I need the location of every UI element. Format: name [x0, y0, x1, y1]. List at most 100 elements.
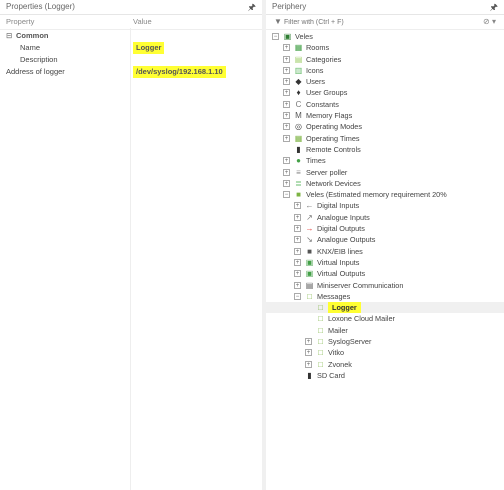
expand-icon[interactable]: +: [305, 338, 312, 346]
syslog-icon: □: [318, 337, 323, 347]
expand-icon[interactable]: +: [283, 44, 290, 52]
tree-item[interactable]: + □ Zvonek: [266, 359, 504, 370]
knx-icon: ■: [307, 246, 312, 256]
property-row-address[interactable]: Address of logger /dev/syslog/192.168.1.…: [0, 66, 262, 78]
tree-item[interactable]: + ▥ Icons: [266, 65, 504, 76]
expand-icon[interactable]: +: [283, 123, 290, 131]
analogue-output-icon: ↘: [306, 235, 313, 245]
collapse-icon[interactable]: −: [283, 191, 290, 199]
tree-item[interactable]: + ← Digital Inputs: [266, 200, 504, 211]
tree-item-label: Veles (Estimated memory requirement 20%: [306, 190, 447, 200]
expand-icon[interactable]: +: [283, 100, 290, 108]
clear-filter-icon[interactable]: ⊘ ▾: [483, 15, 496, 29]
tree-item[interactable]: + ■ KNX/EIB lines: [266, 246, 504, 257]
property-row-description[interactable]: Description: [0, 54, 262, 66]
tree-item[interactable]: + ▤ Categories: [266, 54, 504, 65]
pin-icon[interactable]: 🖈︎: [248, 0, 256, 14]
remote-control-icon: ▮: [296, 144, 301, 154]
tree-item-label: Operating Times: [306, 133, 360, 143]
value-column-label[interactable]: Value: [133, 15, 152, 29]
constant-icon: C: [295, 99, 302, 109]
collapse-icon[interactable]: −: [272, 33, 279, 40]
tree-item[interactable]: □ Mailer: [266, 325, 504, 336]
messages-icon: □: [307, 291, 312, 301]
expand-icon[interactable]: +: [283, 134, 290, 142]
tree-item-label: Remote Controls: [306, 144, 361, 154]
pin-icon[interactable]: 🖈︎: [490, 0, 498, 14]
property-column-label[interactable]: Property: [6, 15, 34, 29]
network-icon: ≣: [295, 178, 302, 188]
expand-icon[interactable]: +: [283, 66, 290, 74]
virtual-input-icon: ▣: [305, 257, 314, 267]
tree-item-label: SyslogServer: [328, 337, 372, 347]
tree-item-label: Logger: [328, 302, 361, 314]
tree-item[interactable]: + ◎ Operating Modes: [266, 121, 504, 132]
expand-icon[interactable]: +: [283, 157, 290, 165]
tree-item[interactable]: + ▤ Miniserver Communication: [266, 280, 504, 291]
filter-icon: ▼: [274, 17, 282, 26]
tree-item[interactable]: ▮ Remote Controls: [266, 144, 504, 155]
tree-item[interactable]: + □ SyslogServer: [266, 336, 504, 347]
property-row-name[interactable]: Name Logger: [0, 42, 262, 54]
memory-flag-icon: M: [295, 111, 302, 121]
tree-item[interactable]: + ▣ Virtual Inputs: [266, 257, 504, 268]
tree-item[interactable]: + ▦ Rooms: [266, 42, 504, 53]
digital-input-icon: ←: [305, 201, 314, 211]
tree-item[interactable]: + ♦ User Groups: [266, 87, 504, 98]
properties-title: Properties (Logger): [6, 2, 75, 11]
tree-item[interactable]: + ▣ Virtual Outputs: [266, 268, 504, 279]
expand-icon[interactable]: +: [283, 168, 290, 176]
tree-item[interactable]: + ▦ Operating Times: [266, 133, 504, 144]
column-separator: [130, 28, 131, 490]
tree-item-label: Times: [306, 156, 326, 166]
tree-item-label: Network Devices: [306, 178, 361, 188]
expand-icon[interactable]: +: [294, 202, 301, 210]
property-key: Description: [20, 55, 58, 64]
tree-item[interactable]: − ■ Veles (Estimated memory requirement 20…: [266, 189, 504, 200]
tree-item[interactable]: + ↘ Analogue Outputs: [266, 234, 504, 245]
properties-panel: Properties (Logger) 🖈︎ Property Value ⊟ …: [0, 0, 262, 490]
collapse-icon[interactable]: −: [294, 292, 301, 300]
tree-item[interactable]: □ Logger: [266, 302, 504, 314]
collapse-icon[interactable]: ⊟: [6, 30, 12, 42]
project-icon: ▣: [283, 32, 292, 41]
tree-item-label: Constants: [306, 99, 339, 109]
tree-item[interactable]: + □ Vitko: [266, 347, 504, 358]
expand-icon[interactable]: +: [305, 360, 312, 368]
tree-item[interactable]: + ≡ Server poller: [266, 167, 504, 178]
expand-icon[interactable]: +: [294, 281, 301, 289]
periphery-title-bar: Periphery 🖈︎: [266, 0, 504, 15]
tree-item[interactable]: □ Loxone Cloud Mailer: [266, 313, 504, 324]
tree-item-label: Veles: [295, 32, 313, 41]
expand-icon[interactable]: +: [283, 112, 290, 120]
tree-item[interactable]: + ↗ Analogue Inputs: [266, 212, 504, 223]
expand-icon[interactable]: +: [294, 247, 301, 255]
expand-icon[interactable]: +: [283, 179, 290, 187]
tree-item[interactable]: ▮ SD Card: [266, 370, 504, 381]
name-value-field[interactable]: Logger: [133, 42, 165, 54]
tree-item[interactable]: + → Digital Outputs: [266, 223, 504, 234]
expand-icon[interactable]: +: [283, 89, 290, 97]
tree-item[interactable]: + ≣ Network Devices: [266, 178, 504, 189]
expand-icon[interactable]: +: [283, 78, 290, 86]
tree-item-label: Vitko: [328, 348, 345, 358]
expand-icon[interactable]: +: [294, 213, 301, 221]
expand-icon[interactable]: +: [294, 270, 301, 278]
tree-item[interactable]: − ▣ Veles: [266, 31, 504, 42]
tree-item[interactable]: − □ Messages: [266, 291, 504, 302]
expand-icon[interactable]: +: [294, 236, 301, 244]
tree-item[interactable]: + M Memory Flags: [266, 110, 504, 121]
tree-item[interactable]: + ◆ Users: [266, 76, 504, 87]
filter-input[interactable]: [284, 17, 444, 27]
icons-icon: ▥: [294, 65, 303, 75]
expand-icon[interactable]: +: [294, 225, 301, 233]
digital-output-icon: →: [305, 224, 314, 234]
tree-item[interactable]: + C Constants: [266, 99, 504, 110]
tree-item-label: Analogue Inputs: [317, 212, 370, 222]
expand-icon[interactable]: +: [283, 55, 290, 63]
expand-icon[interactable]: +: [305, 349, 312, 357]
address-value-field[interactable]: /dev/syslog/192.168.1.10: [133, 66, 226, 78]
property-group-common[interactable]: ⊟ Common: [0, 30, 262, 42]
expand-icon[interactable]: +: [294, 258, 301, 266]
tree-item[interactable]: + ● Times: [266, 155, 504, 166]
